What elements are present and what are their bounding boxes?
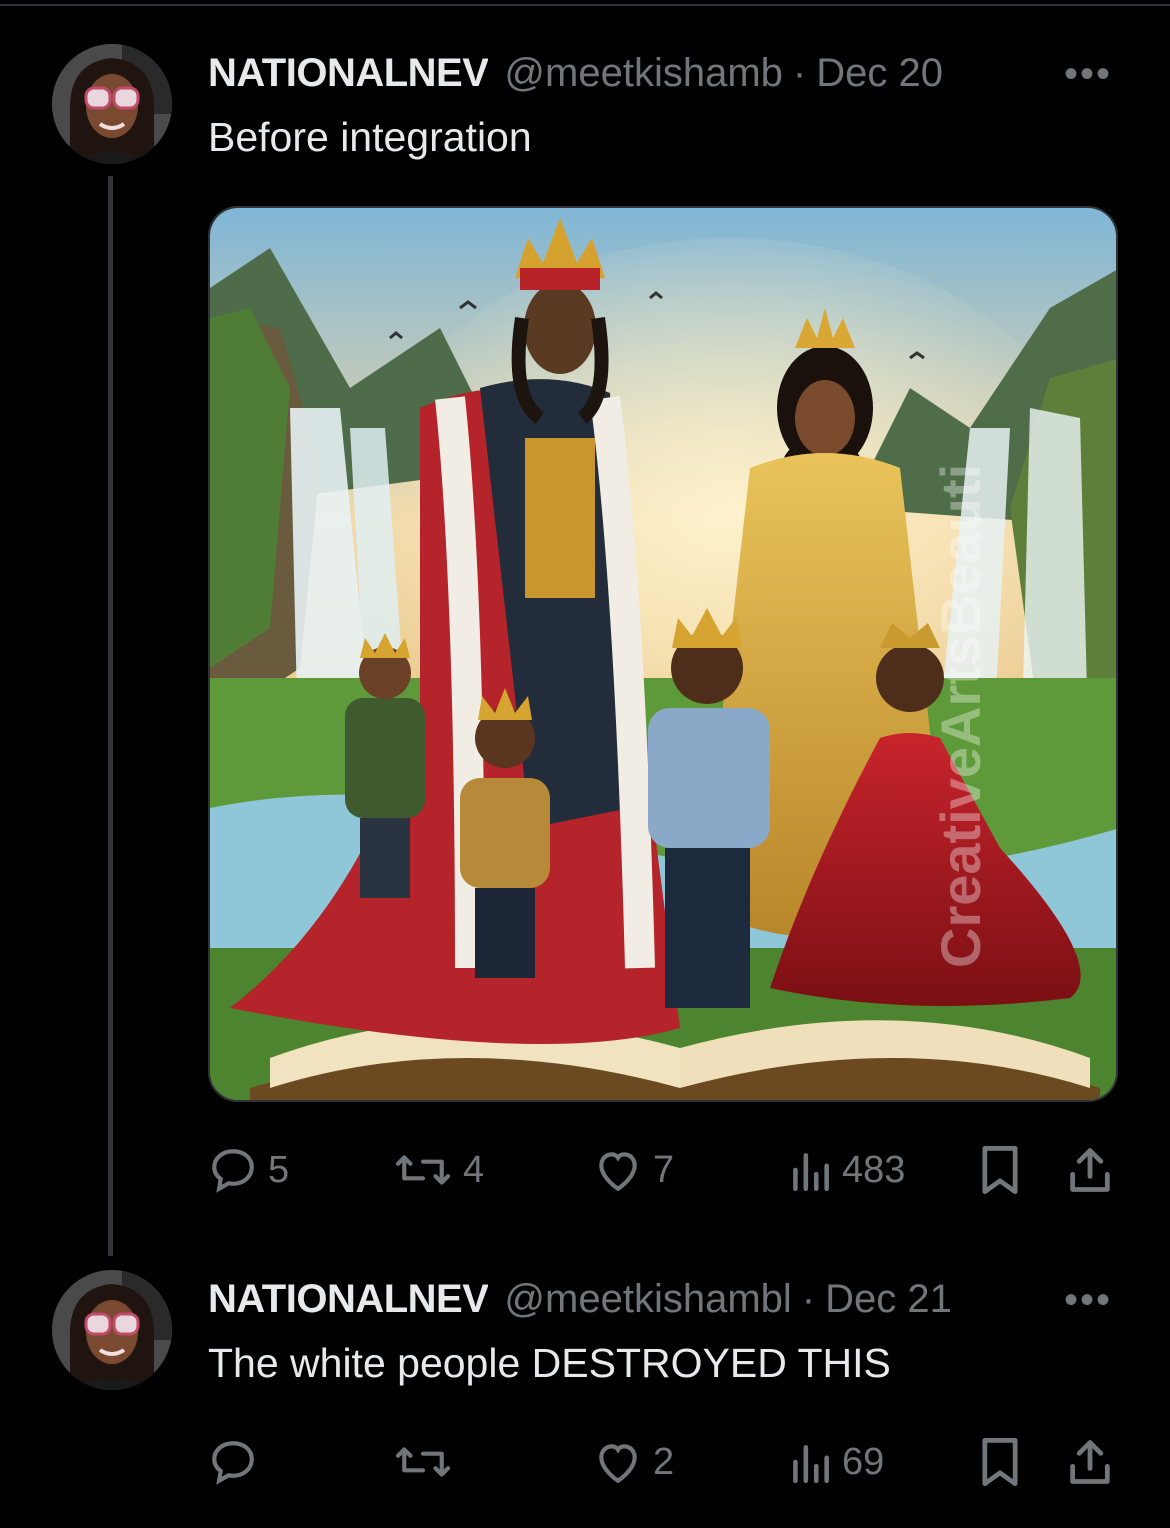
views-button[interactable]: 69 (788, 1432, 884, 1492)
like-count: 2 (653, 1440, 675, 1483)
tweet-actions: 5 4 7 483 (208, 1140, 1118, 1200)
like-button[interactable]: 2 (593, 1432, 674, 1492)
reply-button[interactable] (208, 1432, 268, 1492)
more-options-icon[interactable]: ••• (1064, 52, 1112, 97)
more-options-icon[interactable]: ••• (1064, 1278, 1112, 1323)
display-name[interactable]: NATIONALNEV (208, 51, 488, 96)
header-separator: · (792, 50, 807, 95)
repost-icon (395, 1155, 451, 1185)
views-button[interactable]: 483 (788, 1140, 905, 1200)
tweet-date[interactable]: Dec 20 (816, 51, 943, 96)
like-button[interactable]: 7 (593, 1140, 674, 1200)
avatar-photo (52, 1270, 172, 1390)
reply-button[interactable]: 5 (208, 1140, 289, 1200)
reply-icon (212, 1441, 254, 1485)
display-name[interactable]: NATIONALNEV (208, 1277, 488, 1322)
tweet-text: Before integration (208, 114, 532, 160)
top-divider (0, 4, 1170, 6)
repost-button[interactable]: 4 (393, 1140, 484, 1200)
user-handle[interactable]: @meetkishambl (504, 1277, 791, 1322)
tweet-header: NATIONALNEV @meetkishamb · Dec 20 (208, 48, 943, 98)
views-icon (793, 1153, 829, 1192)
tweet-text: The white people DESTROYED THIS (208, 1340, 891, 1386)
avatar-photo (52, 44, 172, 164)
like-count: 7 (653, 1148, 675, 1191)
share-button[interactable] (1068, 1432, 1112, 1492)
bookmark-icon (982, 1437, 1018, 1487)
tweet-actions: 2 69 (208, 1432, 1118, 1492)
royal-family-illustration-icon: CreativeArtsBeauti (210, 208, 1116, 1100)
repost-icon (395, 1447, 451, 1477)
user-handle[interactable]: @meetkishamb (504, 51, 782, 96)
reply-count: 5 (268, 1148, 290, 1191)
repost-count: 4 (463, 1148, 485, 1191)
view-count: 69 (842, 1440, 885, 1483)
bookmark-icon (982, 1145, 1018, 1195)
tweet-header: NATIONALNEV @meetkishambl · Dec 21 (208, 1274, 952, 1324)
thread-connector-line (108, 176, 113, 1256)
share-button[interactable] (1068, 1140, 1112, 1200)
bookmark-button[interactable] (978, 1140, 1022, 1200)
repost-button[interactable] (393, 1432, 463, 1492)
share-icon (1070, 1440, 1110, 1484)
header-separator: · (801, 1276, 816, 1321)
avatar[interactable] (52, 44, 172, 164)
share-icon (1070, 1148, 1110, 1192)
reply-icon (212, 1149, 254, 1193)
bookmark-button[interactable] (978, 1432, 1022, 1492)
view-count: 483 (842, 1148, 906, 1191)
avatar[interactable] (52, 1270, 172, 1390)
heart-icon (599, 1444, 637, 1484)
views-icon (793, 1445, 829, 1484)
media-watermark: CreativeArtsBeauti (929, 464, 992, 968)
tweet-media-image[interactable]: CreativeArtsBeauti (208, 206, 1118, 1102)
tweet-date[interactable]: Dec 21 (825, 1277, 952, 1322)
heart-icon (599, 1152, 637, 1192)
